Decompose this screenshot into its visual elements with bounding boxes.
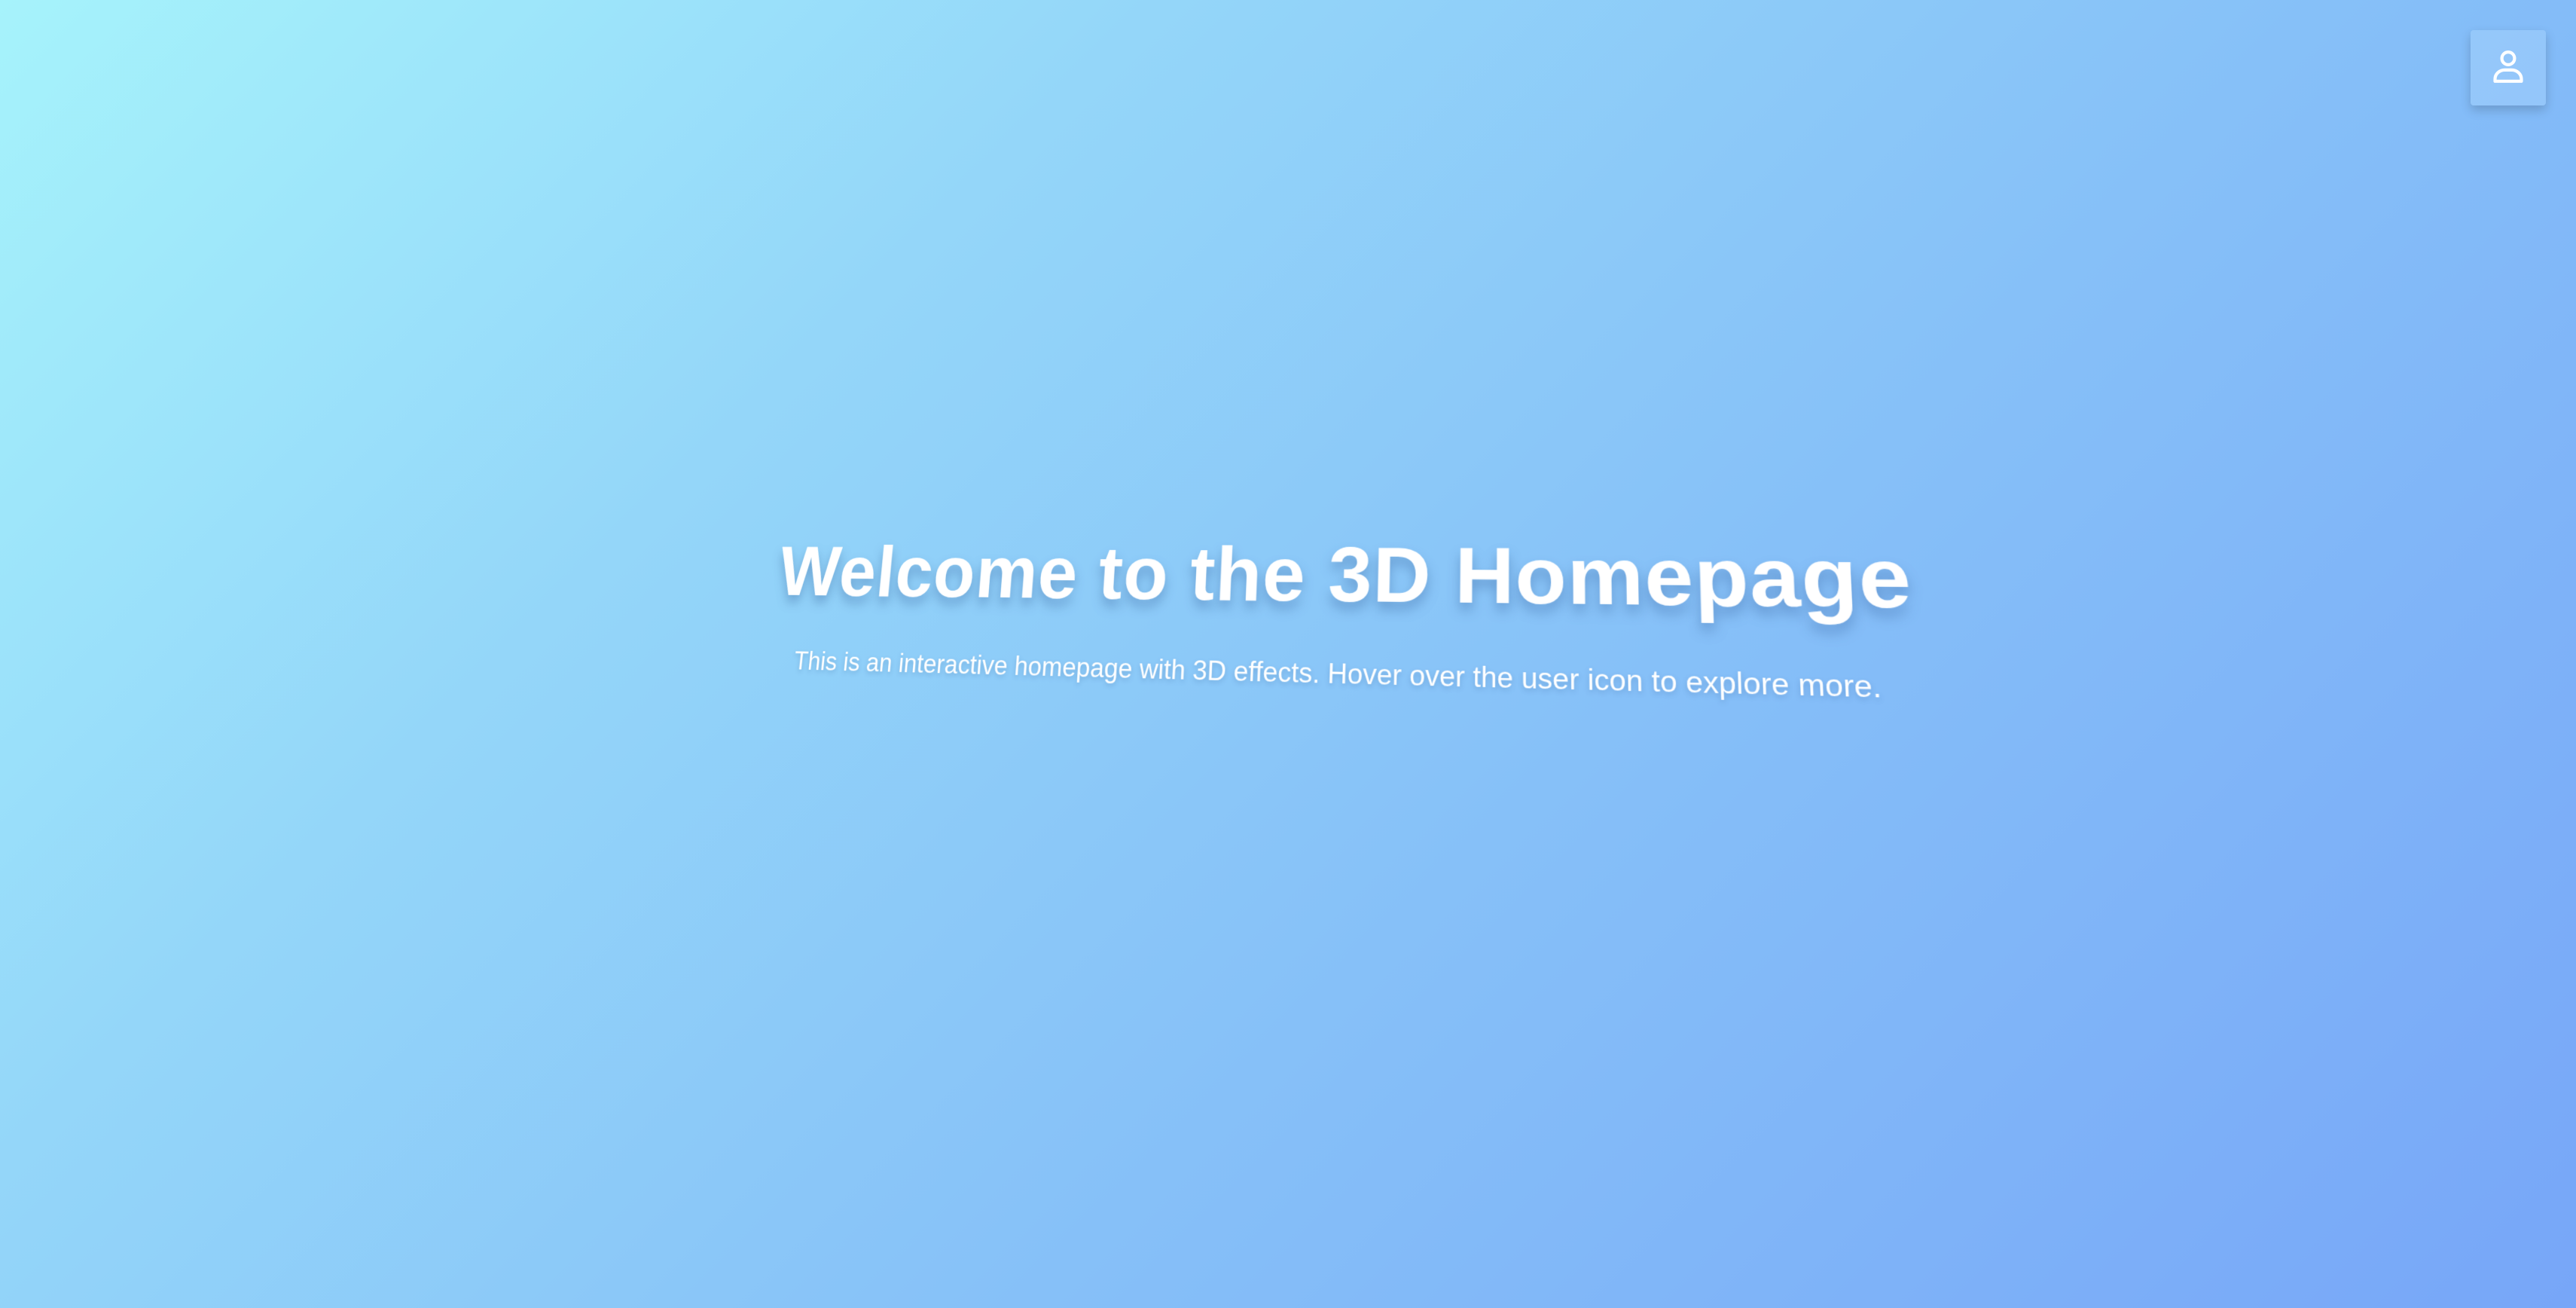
page-subtitle: This is an interactive homepage with 3D … (792, 646, 1883, 705)
page-title: Welcome to the 3D Homepage (775, 531, 1915, 628)
hero-content: Welcome to the 3D Homepage This is an in… (768, 531, 1919, 707)
hero-section: Welcome to the 3D Homepage This is an in… (0, 0, 2576, 1264)
